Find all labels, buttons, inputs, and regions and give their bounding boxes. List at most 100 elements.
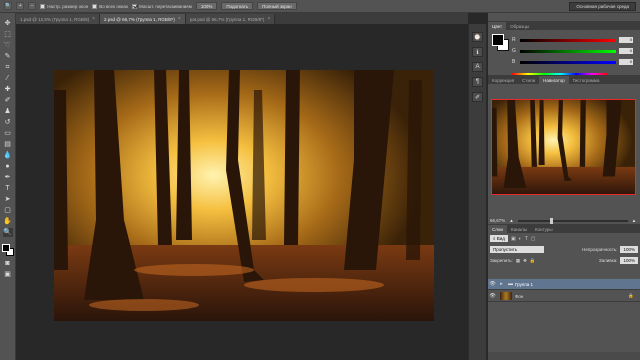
all-windows-checkbox[interactable]: Во всех окнах (92, 3, 128, 9)
blur-tool-icon[interactable]: 💧 (3, 151, 13, 160)
path-select-tool-icon[interactable]: ➤ (3, 195, 13, 204)
gradient-tool-icon[interactable]: ▤ (3, 140, 13, 149)
visibility-eye-icon[interactable]: 👁 (488, 293, 497, 299)
scrubby-zoom-checkbox[interactable]: Масшт. перетаскиванием (132, 3, 192, 9)
lasso-tool-icon[interactable]: ➰ (3, 41, 13, 50)
type-tool-icon[interactable]: T (3, 184, 13, 193)
folder-icon: ▬ (508, 281, 513, 287)
zoom-out-icon[interactable]: ▲ (509, 218, 513, 223)
tab-adjustments[interactable]: Коррекция (488, 76, 518, 84)
tab-layers[interactable]: Слои (488, 225, 507, 233)
document-tabs: 1.psd @ 12,5% (Группа 1, RGB/8) × 2.psd @… (16, 13, 468, 24)
lock-position-icon[interactable]: ✥ (523, 258, 527, 264)
eyedropper-tool-icon[interactable]: ⁄ (3, 74, 13, 83)
filter-type-icon[interactable]: T (525, 236, 528, 242)
forest-photo (54, 70, 434, 321)
layers-footer (488, 352, 640, 360)
paragraph-panel-icon[interactable]: ¶ (472, 77, 483, 87)
zoom-slider[interactable] (517, 217, 628, 224)
lock-pixels-icon[interactable]: ▦ (516, 258, 520, 264)
screen-mode-icon[interactable]: ▣ (3, 270, 13, 279)
close-icon[interactable]: × (267, 16, 270, 22)
tab-histogram[interactable]: Гистограмма (569, 76, 604, 84)
lock-icon: 🔒 (628, 293, 634, 298)
resize-windows-checkbox[interactable]: Настр. размер окон (40, 3, 88, 9)
zoom-tool-icon[interactable]: 🔍 (4, 2, 13, 10)
tab-channels[interactable]: Каналы (507, 225, 531, 233)
fill-input[interactable]: 100% (620, 257, 638, 264)
layer-filter-select[interactable]: ⌕ Вид (490, 235, 508, 242)
filter-adjust-icon[interactable]: ◐ (519, 236, 522, 242)
color-panel: Цвет Образцы R 0 G 0 B 0 (488, 21, 640, 81)
layer-name[interactable]: Группа 1 (515, 282, 533, 287)
properties-panel-icon[interactable]: ℹ (472, 47, 483, 57)
shape-tool-icon[interactable]: ▢ (3, 206, 13, 215)
fill-label: Заливка: (598, 258, 618, 263)
filter-shape-icon[interactable]: ▢ (531, 236, 536, 242)
blue-value[interactable]: 0 (619, 59, 633, 65)
tab-swatches[interactable]: Образцы (506, 22, 533, 30)
eraser-tool-icon[interactable]: ▭ (3, 129, 13, 138)
foreground-color-swatch[interactable] (492, 34, 504, 46)
tab-1psd[interactable]: 1.psd @ 12,5% (Группа 1, RGB/8) × (16, 14, 101, 24)
pen-tool-icon[interactable]: ✒ (3, 173, 13, 182)
right-panels: Цвет Образцы R 0 G 0 B 0 Коррекция Стили… (488, 13, 640, 360)
workspace-select[interactable]: Основная рабочая среда (569, 2, 636, 11)
tab-styles[interactable]: Стили (518, 76, 539, 84)
actual-pixels-button[interactable]: 100% (195, 2, 218, 10)
document-image[interactable] (54, 70, 434, 321)
tab-patpsd[interactable]: pat.psd @ 66,7% (Группа 1, RGB/8*) × (185, 14, 276, 24)
blue-channel-slider[interactable]: B 0 (512, 58, 636, 66)
tab-navigator[interactable]: Навигатор (539, 76, 569, 84)
lock-all-icon[interactable]: 🔒 (530, 258, 536, 264)
crop-tool-icon[interactable]: ⌗ (3, 63, 13, 72)
navigator-panel: Коррекция Стили Навигатор Гистограмма 66… (488, 75, 640, 225)
navigator-thumbnail (492, 100, 635, 194)
hand-tool-icon[interactable]: ✋ (3, 217, 13, 226)
layer-thumbnail (500, 292, 512, 300)
layer-row[interactable]: 👁 Фон 🔒 (488, 291, 640, 302)
layer-row[interactable]: 👁 ▸ ▬ Группа 1 (488, 279, 640, 290)
brush-tool-icon[interactable]: ✐ (3, 96, 13, 105)
close-icon[interactable]: × (92, 16, 95, 22)
stamp-tool-icon[interactable]: ♟ (3, 107, 13, 116)
history-panel-icon[interactable]: ⌚ (472, 32, 483, 42)
zoom-in-icon[interactable]: ▲ (632, 218, 636, 223)
collapsed-panels-strip: ⌚ ℹ A ¶ ✐ (468, 24, 487, 360)
zoom-value[interactable]: 66,67% (490, 218, 505, 223)
healing-tool-icon[interactable]: ✚ (3, 85, 13, 94)
dodge-tool-icon[interactable]: ● (3, 162, 13, 171)
quick-select-tool-icon[interactable]: ✎ (3, 52, 13, 61)
filter-pixel-icon[interactable]: ▣ (511, 236, 516, 242)
move-tool-icon[interactable]: ✥ (3, 19, 13, 28)
color-swatches[interactable] (1, 243, 15, 257)
canvas-area[interactable] (17, 24, 468, 360)
foreground-color-swatch[interactable] (1, 244, 10, 252)
red-value[interactable]: 0 (619, 37, 633, 43)
blend-mode-select[interactable]: Пропустить (490, 246, 544, 253)
green-channel-slider[interactable]: G 0 (512, 47, 636, 55)
layer-name[interactable]: Фон (515, 294, 523, 299)
brush-panel-icon[interactable]: ✐ (472, 92, 483, 102)
opacity-input[interactable]: 100% (620, 246, 638, 253)
visibility-eye-icon[interactable]: 👁 (488, 281, 497, 287)
navigator-body (488, 84, 640, 214)
navigator-preview[interactable] (491, 99, 636, 195)
history-brush-icon[interactable]: ↺ (3, 118, 13, 127)
tab-2psd[interactable]: 2.psd @ 66,7% (Группа 1, RGB/8*) × (100, 14, 186, 24)
zoom-tool-icon[interactable]: 🔍 (2, 228, 13, 237)
zoom-out-icon[interactable]: − (28, 2, 37, 10)
expand-arrow-icon[interactable]: ▸ (497, 281, 506, 287)
close-icon[interactable]: × (178, 16, 181, 22)
quick-mask-icon[interactable]: ◙ (3, 259, 13, 268)
marquee-tool-icon[interactable]: ⬚ (3, 30, 13, 39)
green-value[interactable]: 0 (619, 48, 633, 54)
character-panel-icon[interactable]: A (472, 62, 483, 72)
zoom-in-icon[interactable]: + (16, 2, 25, 10)
fit-screen-button[interactable]: Подогнать (221, 2, 254, 10)
tab-color[interactable]: Цвет (488, 22, 507, 30)
red-channel-slider[interactable]: R 0 (512, 36, 636, 44)
lock-label: Закрепить: (490, 258, 513, 263)
fill-screen-button[interactable]: Полный экран (257, 2, 297, 10)
tab-paths[interactable]: Контуры (531, 225, 557, 233)
